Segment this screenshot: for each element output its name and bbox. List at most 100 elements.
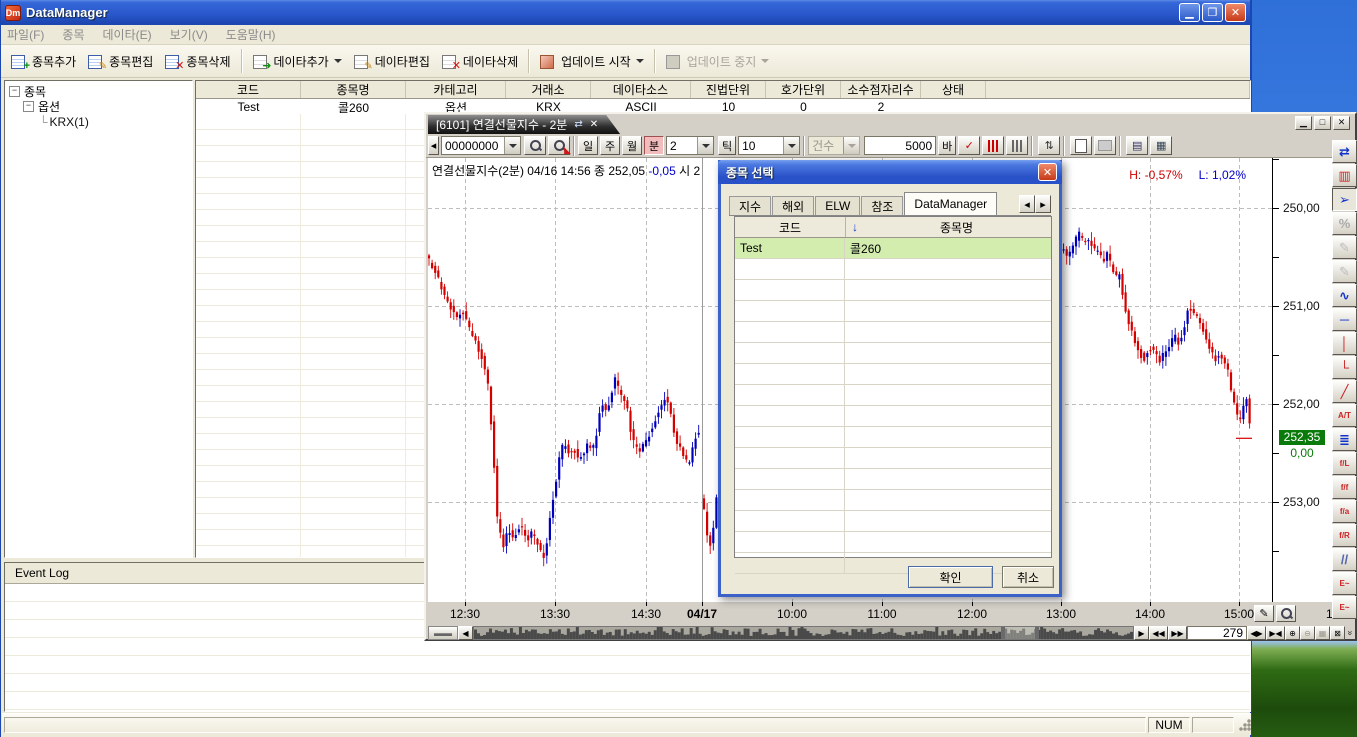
dialog-table-header[interactable]: 코드 ↓ 종목명	[735, 217, 1051, 238]
nav-forward-button[interactable]: ▶▶	[1168, 626, 1187, 640]
column-header-7[interactable]: 소수점자리수	[841, 81, 921, 98]
chevron-down-icon[interactable]	[697, 137, 713, 154]
nav-left-button[interactable]: ◀	[458, 626, 473, 640]
bar-count-display[interactable]	[1187, 626, 1247, 640]
style-bars-icon[interactable]	[1006, 136, 1028, 155]
fib-f-tool[interactable]: f/f	[1332, 476, 1357, 499]
chevron-down-icon[interactable]	[334, 59, 342, 63]
period-button-주[interactable]: 주	[600, 136, 620, 155]
dialog-tab-지수[interactable]: 지수	[729, 196, 771, 215]
collapse-icon[interactable]: −	[23, 101, 34, 112]
edit-symbol-button[interactable]: ✎종목편집	[82, 48, 159, 74]
tick-combo[interactable]: 10	[738, 136, 800, 155]
chart-close-button[interactable]: ✕	[1333, 116, 1350, 130]
zigzag-tool[interactable]: ∿	[1332, 284, 1357, 307]
nav-play-button[interactable]: ▶	[1134, 626, 1149, 640]
style-bars-red-icon[interactable]	[982, 136, 1004, 155]
period-button-일[interactable]: 일	[578, 136, 598, 155]
elliott-tool[interactable]: E~	[1332, 572, 1357, 595]
text-tool[interactable]: A/T	[1332, 404, 1357, 427]
tab-scroll-right-button[interactable]: ▸	[1035, 195, 1051, 213]
navigator-handle[interactable]: ▬▬	[428, 626, 458, 640]
hline-tool[interactable]: ─	[1332, 308, 1357, 331]
nav-collapse-button[interactable]: ▶◀	[1266, 626, 1285, 640]
column-header-8[interactable]: 상태	[921, 81, 986, 98]
column-name[interactable]: ↓ 종목명	[846, 217, 1051, 237]
dialog-tab-ELW[interactable]: ELW	[815, 196, 860, 215]
close-button[interactable]: ✕	[1225, 3, 1246, 22]
tree-item-krx[interactable]: └ KRX(1)	[9, 114, 192, 129]
period-button-월[interactable]: 월	[622, 136, 642, 155]
parallel-tool[interactable]: //	[1332, 548, 1357, 571]
pointer-tool[interactable]: ➢	[1332, 188, 1357, 211]
detach-icon[interactable]: ⇄	[574, 119, 582, 130]
start-update-button[interactable]: 업데이트 시작	[534, 48, 650, 74]
style-line-icon[interactable]: ✓	[958, 136, 980, 155]
indicator-book-icon[interactable]: ▤	[1126, 136, 1148, 155]
maximize-button[interactable]: ❐	[1202, 3, 1223, 22]
column-header-5[interactable]: 진법단위	[691, 81, 766, 98]
nav-rewind-button[interactable]: ◀◀	[1149, 626, 1168, 640]
bar-count-input[interactable]	[864, 136, 936, 155]
sort-updown-icon[interactable]: ⇅	[1038, 136, 1060, 155]
tab-close-icon[interactable]: ✕	[590, 119, 598, 130]
dialog-close-button[interactable]: ✕	[1038, 163, 1057, 181]
column-header-4[interactable]: 데이타소스	[591, 81, 691, 98]
column-code[interactable]: 코드	[735, 217, 846, 237]
search-recent-button[interactable]: ◣	[548, 136, 570, 155]
trend-line-tool[interactable]: ╱	[1332, 380, 1357, 403]
chevron-down-icon[interactable]	[504, 137, 520, 154]
annotate-button[interactable]: ✎	[1254, 605, 1274, 622]
grid-icon[interactable]: ▦	[1150, 136, 1172, 155]
bar-unit-button[interactable]: 바	[938, 136, 956, 155]
menu-item-1[interactable]: 종목	[62, 26, 84, 43]
step-line-tool[interactable]: └	[1332, 356, 1357, 379]
refresh-tool[interactable]: ⇄	[1332, 140, 1357, 163]
chevron-down-icon[interactable]	[783, 137, 799, 154]
edit-data-button[interactable]: ✎데이타편집	[348, 48, 436, 74]
annotate-tool[interactable]: ✎	[1332, 260, 1357, 283]
period-button-분[interactable]: 분	[644, 136, 664, 155]
fib-r-tool[interactable]: f/R	[1332, 524, 1357, 547]
hand-tool[interactable]: ✎	[1332, 236, 1357, 259]
nav-close-button[interactable]: ⊠	[1330, 626, 1345, 640]
dialog-tab-해외[interactable]: 해외	[772, 196, 814, 215]
fib-l-tool[interactable]: f/L	[1332, 452, 1357, 475]
percent-tool[interactable]: %	[1332, 212, 1357, 235]
dialog-tab-참조[interactable]: 참조	[861, 196, 903, 215]
dialog-tab-DataManager[interactable]: DataManager	[904, 192, 997, 215]
column-header-0[interactable]: 코드	[196, 81, 301, 98]
delete-symbol-button[interactable]: ✕종목삭제	[159, 48, 236, 74]
ok-button[interactable]: 확인	[908, 566, 993, 588]
symbol-code-combo[interactable]: 00000000	[441, 136, 521, 155]
column-header-1[interactable]: 종목명	[301, 81, 406, 98]
chevron-down-icon[interactable]	[636, 59, 644, 63]
menu-item-2[interactable]: 데이타(E)	[103, 26, 152, 43]
navigator-track[interactable]	[473, 626, 1134, 640]
dialog-table-row[interactable]: Test콜260	[735, 238, 1051, 259]
navigator-slider[interactable]	[1001, 627, 1039, 639]
menu-item-4[interactable]: 도움말(H)	[226, 26, 276, 43]
tree-item-root[interactable]: − 종목	[9, 84, 192, 99]
menu-item-3[interactable]: 보기(V)	[170, 26, 208, 43]
menu-item-0[interactable]: 파일(F)	[7, 26, 44, 43]
search-button[interactable]	[524, 136, 546, 155]
bar-layout-tool[interactable]: ▥	[1332, 164, 1357, 187]
chevron-down-icon[interactable]	[761, 59, 769, 63]
vline-tool[interactable]: │	[1332, 332, 1357, 355]
chart-tab[interactable]: [6101] 연결선물지수 - 2분 ⇄ ✕	[428, 115, 620, 134]
chart-minimize-button[interactable]: ▁	[1295, 116, 1312, 130]
tree-item-option[interactable]: − 옵션	[9, 99, 192, 114]
title-bar[interactable]: Dm DataManager ▁ ❐ ✕	[1, 0, 1250, 25]
nav-expand-button[interactable]: ◀▶	[1247, 626, 1266, 640]
elliott2-tool[interactable]: E~	[1332, 596, 1357, 619]
collapse-icon[interactable]: −	[9, 86, 20, 97]
delete-data-button[interactable]: ✕데이타삭제	[436, 48, 524, 74]
tick-button[interactable]: 틱	[718, 136, 736, 155]
zoom-in-button[interactable]: ⊕	[1285, 626, 1300, 640]
minute-combo[interactable]: 2	[666, 136, 714, 155]
stop-update-button[interactable]: 업데이트 중지	[660, 48, 776, 74]
add-data-button[interactable]: ➜데이타추가	[247, 48, 348, 74]
cancel-button[interactable]: 취소	[1002, 566, 1054, 588]
levels-tool[interactable]: ≣	[1332, 428, 1357, 451]
